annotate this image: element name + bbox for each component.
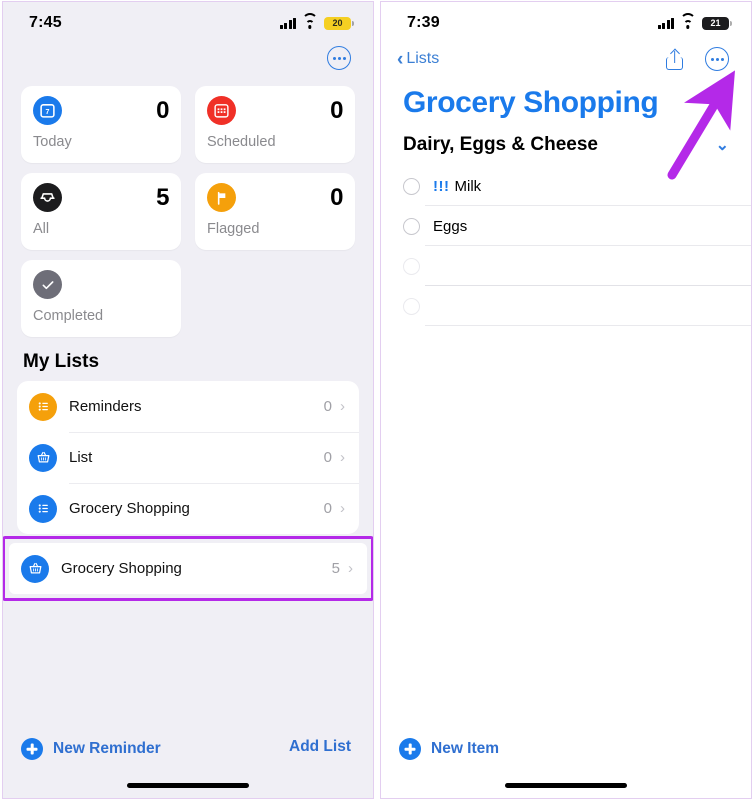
item-title: Milk xyxy=(454,177,482,195)
wifi-icon xyxy=(302,12,318,29)
list-item-label: Grocery Shopping xyxy=(69,500,190,517)
smart-list-label: All xyxy=(33,221,50,237)
smart-list-count: 0 xyxy=(156,96,169,124)
highlighted-list-wrapper: Grocery Shopping 5 › xyxy=(3,536,373,601)
list-item[interactable]: List 0 › xyxy=(17,432,359,483)
add-list-button[interactable]: Add List xyxy=(289,738,351,756)
item-title: Eggs xyxy=(433,217,468,235)
chevron-left-icon: ‹ xyxy=(397,48,404,70)
smart-list-today[interactable]: 7 0 Today xyxy=(21,86,181,163)
list-item-label: Reminders xyxy=(69,398,142,415)
chevron-right-icon: › xyxy=(340,449,345,466)
screenshot-stage: 7:45 20 7 0 Today 0 Scheduled 5 All 0 Fl… xyxy=(0,0,756,800)
home-indicator xyxy=(505,783,627,788)
status-bar-left: 7:45 20 xyxy=(3,2,373,38)
basket-icon xyxy=(21,554,49,583)
navigation-bar: ‹ Lists xyxy=(381,38,751,80)
cellular-icon xyxy=(657,17,674,29)
smart-list-label: Flagged xyxy=(207,221,260,237)
status-time: 7:45 xyxy=(29,14,62,31)
smart-list-all[interactable]: 5 All xyxy=(21,173,181,250)
list-item[interactable]: Eggs xyxy=(381,206,751,246)
new-item-button[interactable]: New Item xyxy=(399,738,499,760)
highlighted-list-group: Grocery Shopping 5 › xyxy=(9,543,367,594)
share-icon[interactable] xyxy=(666,48,683,70)
list-bullet-icon xyxy=(29,494,57,523)
battery-icon: 20 xyxy=(324,16,354,30)
status-indicators: 21 xyxy=(657,12,732,30)
list-item-label: List xyxy=(69,449,93,466)
list-item[interactable]: Reminders 0 › xyxy=(17,381,359,432)
smart-list-scheduled[interactable]: 0 Scheduled xyxy=(195,86,355,163)
calendar-scheduled-icon xyxy=(207,96,236,125)
list-item-count: 0 xyxy=(323,500,332,517)
smart-list-label: Scheduled xyxy=(207,134,276,150)
list-item[interactable] xyxy=(381,286,751,326)
plus-icon xyxy=(21,738,43,760)
smart-list-count: 5 xyxy=(156,183,169,211)
status-bar-right: 7:39 21 xyxy=(381,2,751,38)
list-item-count: 0 xyxy=(323,398,332,415)
lists-toolbar xyxy=(3,38,373,78)
more-options-icon[interactable] xyxy=(327,46,351,70)
list-item-count: 0 xyxy=(323,449,332,466)
list-item[interactable] xyxy=(381,246,751,286)
chevron-down-icon: ⌄ xyxy=(715,137,729,154)
page-title: Grocery Shopping xyxy=(403,86,659,119)
page-title: My Lists xyxy=(23,351,100,372)
checkbox[interactable] xyxy=(403,257,420,275)
list-item-label: Grocery Shopping xyxy=(61,560,182,577)
back-button-lists[interactable]: ‹ Lists xyxy=(397,50,439,69)
cellular-icon xyxy=(279,17,296,29)
list-bullet-icon xyxy=(29,392,57,421)
smart-list-count: 0 xyxy=(330,183,343,211)
checkbox[interactable] xyxy=(403,177,420,195)
group-header[interactable]: Dairy, Eggs & Cheese ⌄ xyxy=(381,130,751,166)
priority-marker: !!! xyxy=(433,177,450,195)
smart-lists-grid: 7 0 Today 0 Scheduled 5 All 0 Flagged Co… xyxy=(3,78,373,337)
home-indicator xyxy=(127,783,249,788)
smart-list-flagged[interactable]: 0 Flagged xyxy=(195,173,355,250)
group-title: Dairy, Eggs & Cheese xyxy=(403,134,599,155)
new-reminder-label: New Reminder xyxy=(53,740,161,757)
battery-icon: 21 xyxy=(702,16,732,30)
smart-list-count: 0 xyxy=(330,96,343,124)
back-button-label: Lists xyxy=(406,50,440,67)
flag-icon xyxy=(207,183,236,212)
item-text: !!! Milk xyxy=(433,178,481,195)
smart-list-label: Today xyxy=(33,134,72,150)
phone-screen-lists: 7:45 20 7 0 Today 0 Scheduled 5 All 0 Fl… xyxy=(2,1,374,799)
calendar-today-icon: 7 xyxy=(33,96,62,125)
smart-list-label: Completed xyxy=(33,308,104,324)
checkbox[interactable] xyxy=(403,217,420,235)
chevron-right-icon: › xyxy=(348,560,353,577)
svg-text:7: 7 xyxy=(46,108,50,116)
smart-list-completed[interactable]: Completed xyxy=(21,260,181,337)
new-item-label: New Item xyxy=(431,740,500,757)
new-reminder-button[interactable]: New Reminder xyxy=(21,738,161,760)
my-lists-group: Reminders 0 › List 0 › Grocery Shopping … xyxy=(17,381,359,534)
status-indicators: 20 xyxy=(279,12,354,30)
chevron-right-icon: › xyxy=(340,398,345,415)
more-options-icon[interactable] xyxy=(705,47,729,71)
checkmark-icon xyxy=(33,270,62,299)
status-time: 7:39 xyxy=(407,14,440,31)
wifi-icon xyxy=(680,12,696,29)
chevron-right-icon: › xyxy=(340,500,345,517)
basket-icon xyxy=(29,443,57,472)
nav-actions xyxy=(666,47,729,71)
list-item-count: 5 xyxy=(331,560,340,577)
list-item[interactable]: !!! Milk xyxy=(381,166,751,206)
list-item[interactable]: Grocery Shopping 0 › xyxy=(17,483,359,534)
list-item-grocery-shopping-selected[interactable]: Grocery Shopping 5 › xyxy=(9,543,367,594)
reminder-items: !!! Milk Eggs xyxy=(381,166,751,326)
plus-icon xyxy=(399,738,421,760)
checkbox[interactable] xyxy=(403,297,420,315)
inbox-icon xyxy=(33,183,62,212)
phone-screen-grocery-shopping: 7:39 21 ‹ Lists Grocery Shopping Dairy, … xyxy=(380,1,752,799)
